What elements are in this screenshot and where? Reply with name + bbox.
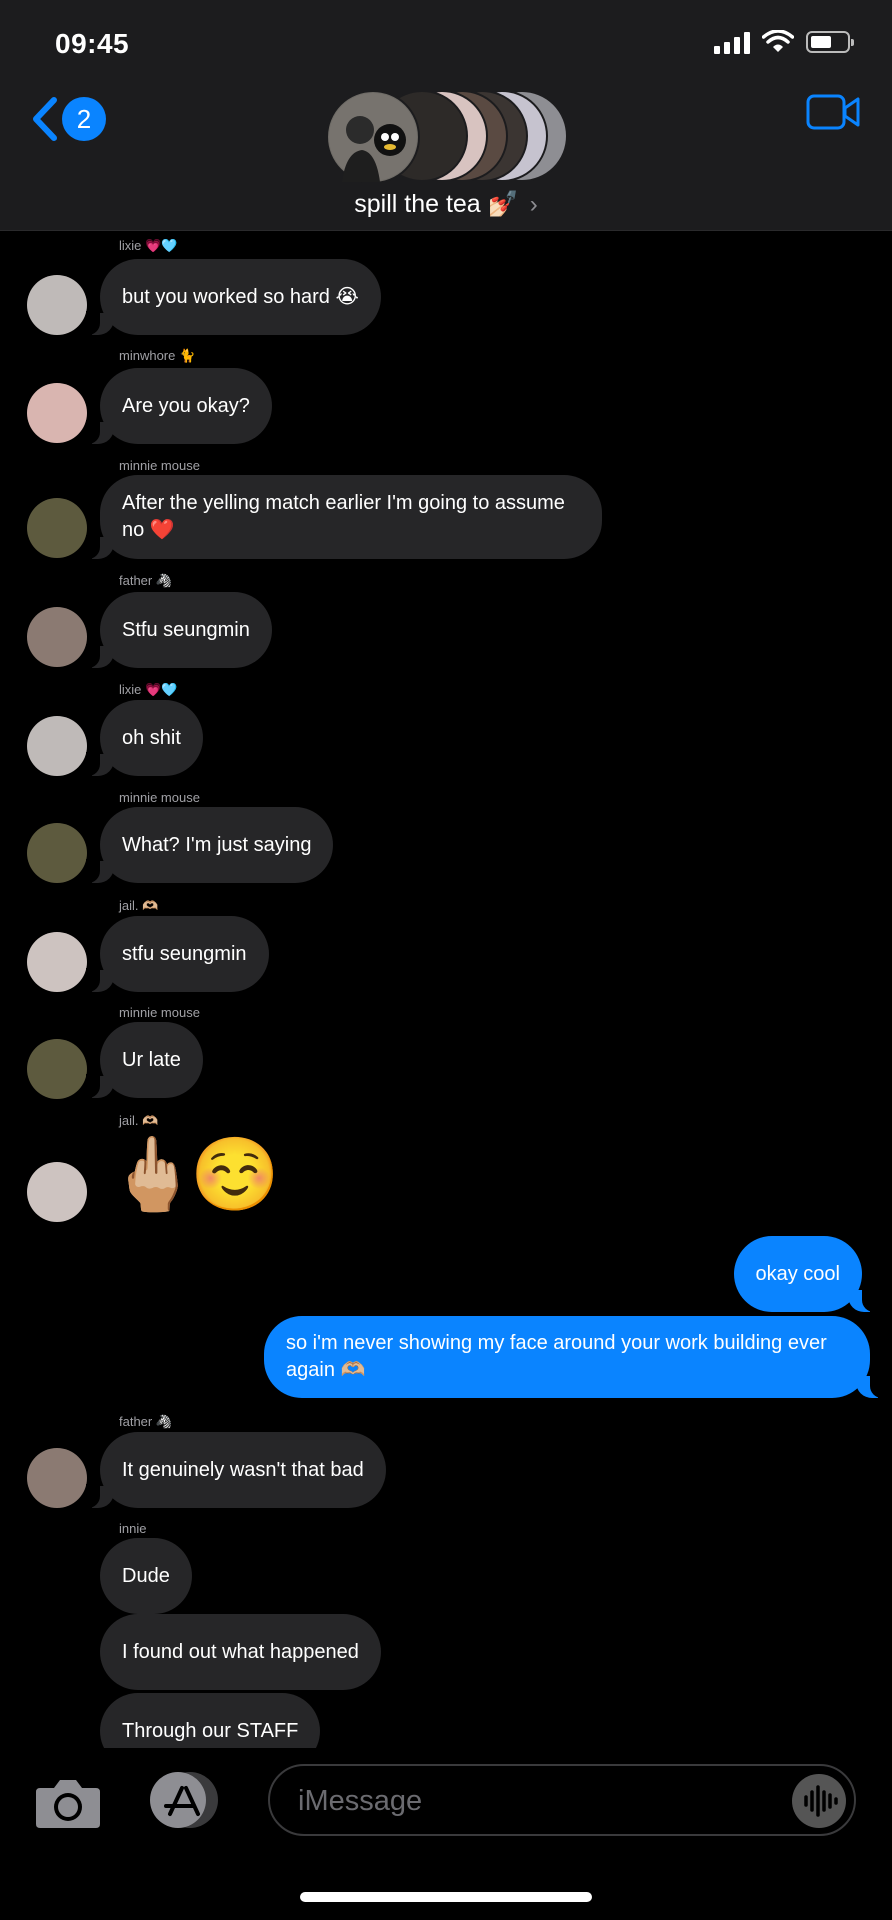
sender-name: minnie mouse [119,1005,200,1020]
status-time: 09:45 [55,28,130,59]
message-text: After the yelling match earlier I'm goin… [122,492,565,541]
group-name: spill the tea 💅🏻 [354,190,519,218]
status-icons [714,30,854,54]
back-button[interactable]: 2 [30,96,106,142]
audio-message-button[interactable] [792,1774,846,1828]
avatar [326,90,420,184]
cellular-signal-icon [714,30,750,54]
message-bubble[interactable]: What? I'm just saying [85,807,334,883]
composer-bar [0,1748,892,1920]
message-input[interactable] [296,1780,760,1822]
sender-name: minnie mouse [119,790,200,805]
chevron-left-icon [33,97,57,141]
avatar[interactable] [27,383,87,443]
sender-name: lixie 💗🩵 [119,682,178,697]
camera-icon[interactable] [34,1776,102,1830]
message-text: Stfu seungmin [122,618,250,641]
sent-message-bubble[interactable]: okay cool [733,1236,876,1312]
avatar[interactable] [27,716,87,776]
message-bubble[interactable]: Are you okay? [86,368,272,444]
avatar[interactable] [27,1448,87,1508]
message-bubble[interactable]: but you worked so hard 😭 [86,259,381,335]
sender-name: father 🦓 [119,1414,173,1429]
message-bubble[interactable]: After the yelling match earlier I'm goin… [86,475,602,559]
message-bubble[interactable]: Stfu seungmin [86,592,272,668]
message-field [268,1764,856,1836]
message-text: Are you okay? [122,394,250,417]
sender-name: lixie 💗🩵 [119,238,178,253]
home-indicator[interactable] [300,1892,592,1902]
sender-name: jail. 🫶🏼 [119,898,159,913]
avatar[interactable] [27,607,87,667]
avatar[interactable] [27,1162,87,1222]
group-avatar-stack[interactable] [326,90,568,184]
chat-header: 09:45 2 spill the tea 💅🏻 › [0,0,892,231]
emoji-message[interactable]: 🖕🏼 [108,1135,198,1215]
sender-name: minwhore 🐈 [119,348,196,363]
message-text: stfu seungmin [122,942,247,965]
sent-message-bubble[interactable]: so i'm never showing my face around your… [264,1316,884,1398]
battery-icon [806,31,854,53]
message-text: Through our STAFF [122,1719,299,1742]
message-bubble[interactable]: oh shit [86,700,203,776]
message-text: oh shit [122,726,181,749]
avatar[interactable] [27,275,87,335]
avatar[interactable] [27,823,87,883]
message-bubble[interactable]: stfu seungmin [86,916,269,992]
wifi-icon [762,30,794,52]
message-text: so i'm never showing my face around your… [286,1332,827,1381]
chevron-right-icon: › [529,191,538,218]
group-title[interactable]: spill the tea 💅🏻 › [0,190,892,219]
message-text: It genuinely wasn't that bad [122,1458,364,1481]
sender-name: jail. 🫶🏼 [119,1113,159,1128]
message-bubble[interactable]: It genuinely wasn't that bad [86,1432,386,1508]
avatar[interactable] [27,932,87,992]
message-text: Dude [122,1564,170,1587]
unread-count-badge: 2 [62,97,106,141]
message-text: I found out what happened [122,1640,359,1663]
sender-name: minnie mouse [119,458,200,473]
avatar-photo [329,93,417,182]
message-bubble[interactable]: I found out what happened [100,1614,381,1690]
app-store-icon[interactable] [146,1770,222,1830]
sender-name: father 🦓 [119,573,173,588]
emoji-message[interactable]: ☺️ [190,1135,280,1215]
message-text: but you worked so hard 😭 [122,285,359,308]
waveform-icon [804,1785,838,1817]
message-bubble[interactable]: Dude [100,1538,192,1614]
message-bubble[interactable]: Ur late [86,1022,203,1098]
avatar[interactable] [27,1039,87,1099]
message-text: Ur late [122,1048,181,1071]
message-text: What? I'm just saying [122,833,312,856]
sender-name: innie [119,1521,147,1536]
video-call-icon[interactable] [806,94,860,130]
avatar[interactable] [27,498,87,558]
message-text: okay cool [755,1262,841,1285]
